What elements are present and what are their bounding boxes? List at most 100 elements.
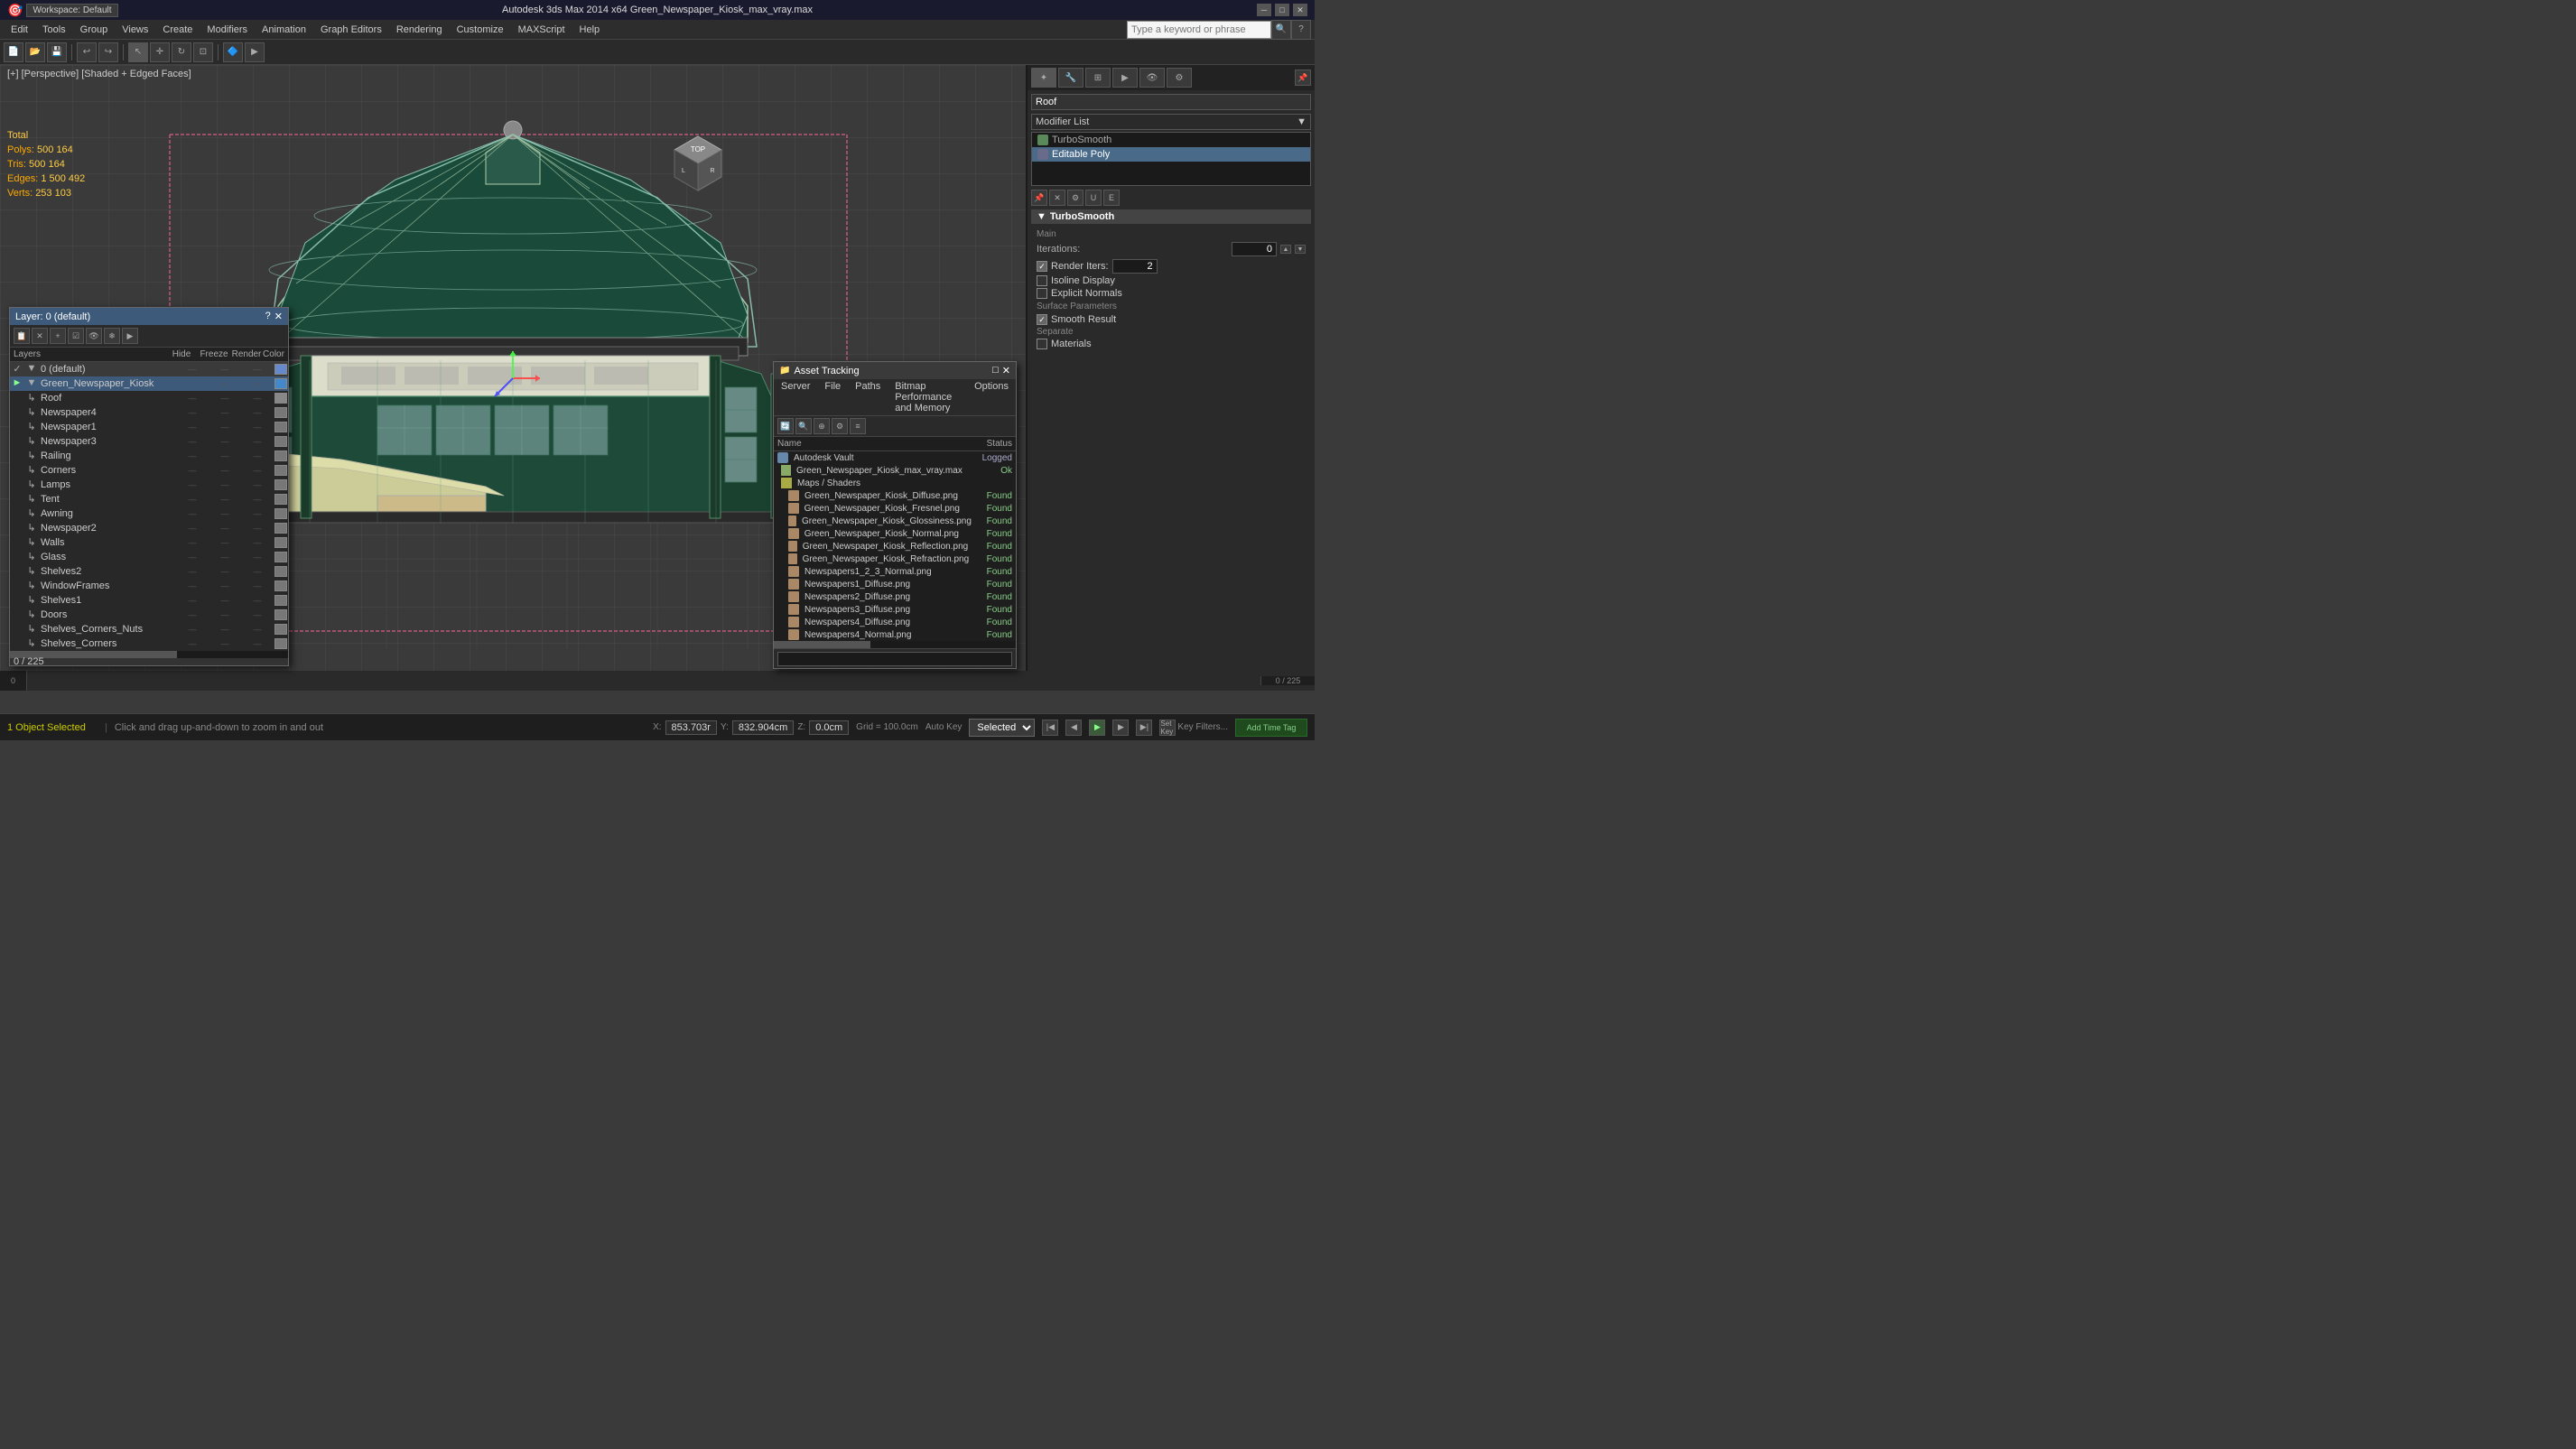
tab-motion[interactable]: ▶ xyxy=(1112,68,1138,88)
asset-item-glossiness[interactable]: Green_Newspaper_Kiosk_Glossiness.png Fou… xyxy=(774,515,1016,527)
layer-expand-icon-kiosk[interactable]: ▼ xyxy=(24,377,39,390)
asset-item-max-file[interactable]: Green_Newspaper_Kiosk_max_vray.max Ok xyxy=(774,464,1016,477)
asset-menu-bitmap[interactable]: Bitmap Performance and Memory xyxy=(891,381,963,413)
menu-group[interactable]: Group xyxy=(73,23,116,37)
layer-select-button[interactable]: ☑ xyxy=(68,328,84,344)
tab-utilities[interactable]: ⚙ xyxy=(1167,68,1192,88)
menu-customize[interactable]: Customize xyxy=(450,23,511,37)
layer-item-tent[interactable]: ↳ Tent — — — xyxy=(10,492,288,506)
layer-dialog-titlebar[interactable]: Layer: 0 (default) ? ✕ xyxy=(10,308,288,325)
menu-animation[interactable]: Animation xyxy=(255,23,313,37)
layer-color-roof[interactable] xyxy=(274,393,287,404)
layer-delete-button[interactable]: ✕ xyxy=(32,328,48,344)
modifier-turbosmooth[interactable]: TurboSmooth xyxy=(1032,133,1310,147)
layer-item-windowframes[interactable]: ↳ WindowFrames — — — xyxy=(10,579,288,593)
configure-modifier-button[interactable]: ⚙ xyxy=(1067,190,1083,206)
menu-rendering[interactable]: Rendering xyxy=(389,23,450,37)
asset-tracking-close-button[interactable]: ✕ xyxy=(1002,365,1010,376)
layer-add-selected-button[interactable]: + xyxy=(50,328,66,344)
tab-modify[interactable]: 🔧 xyxy=(1058,68,1083,88)
asset-item-np4-diffuse[interactable]: Newspapers4_Diffuse.png Found xyxy=(774,616,1016,628)
redo-button[interactable]: ↪ xyxy=(98,42,118,62)
open-button[interactable]: 📂 xyxy=(25,42,45,62)
close-button[interactable]: ✕ xyxy=(1293,4,1307,16)
layer-render-0[interactable]: — xyxy=(241,365,274,374)
play-button[interactable]: ▶ xyxy=(1089,720,1105,736)
next-frame-button[interactable]: ▶| xyxy=(1136,720,1152,736)
show-end-result-button[interactable]: E xyxy=(1103,190,1120,206)
render-button[interactable]: ▶ xyxy=(245,42,265,62)
maximize-button[interactable]: □ xyxy=(1275,4,1289,16)
asset-item-normal[interactable]: Green_Newspaper_Kiosk_Normal.png Found xyxy=(774,527,1016,540)
menu-graph-editors[interactable]: Graph Editors xyxy=(313,23,389,37)
layer-item-corners[interactable]: ↳ Corners — — — xyxy=(10,463,288,478)
modifier-editable-poly[interactable]: Editable Poly xyxy=(1032,147,1310,162)
layer-render-roof[interactable]: — xyxy=(241,394,274,403)
remove-modifier-button[interactable]: ✕ xyxy=(1049,190,1065,206)
layer-item-shelves-corners[interactable]: ↳ Shelves_Corners — — — xyxy=(10,636,288,651)
layer-render-all-button[interactable]: ▶ xyxy=(122,328,138,344)
asset-menu-options[interactable]: Options xyxy=(971,381,1012,413)
menu-maxscript[interactable]: MAXScript xyxy=(511,23,572,37)
layer-hide-0[interactable]: — xyxy=(176,365,209,374)
selection-filter-dropdown[interactable]: Selected xyxy=(969,719,1035,737)
prev-frame-button[interactable]: |◀ xyxy=(1042,720,1058,736)
asset-item-refraction[interactable]: Green_Newspaper_Kiosk_Refraction.png Fou… xyxy=(774,553,1016,565)
asset-merge-button[interactable]: ⊕ xyxy=(814,418,830,434)
layer-h-scrollbar[interactable] xyxy=(10,651,288,658)
layer-item-shelves1[interactable]: ↳ Shelves1 — — — xyxy=(10,593,288,608)
layer-item-shelves-corners-nuts[interactable]: ↳ Shelves_Corners_Nuts — — — xyxy=(10,622,288,636)
asset-menu-paths[interactable]: Paths xyxy=(851,381,884,413)
iterations-up[interactable]: ▲ xyxy=(1280,245,1291,254)
layer-item-shelves2[interactable]: ↳ Shelves2 — — — xyxy=(10,564,288,579)
object-name-field[interactable] xyxy=(1031,94,1311,110)
add-time-tag-button[interactable]: Add Time Tag xyxy=(1235,719,1307,737)
asset-view-button[interactable]: ≡ xyxy=(850,418,866,434)
asset-item-reflection[interactable]: Green_Newspaper_Kiosk_Reflection.png Fou… xyxy=(774,540,1016,553)
asset-tracking-titlebar[interactable]: 📁 Asset Tracking □ ✕ xyxy=(774,362,1016,379)
asset-item-np3-diffuse[interactable]: Newspapers3_Diffuse.png Found xyxy=(774,603,1016,616)
layer-hide-all-button[interactable]: 👁 xyxy=(86,328,102,344)
asset-list[interactable]: Autodesk Vault Logged Green_Newspaper_Ki… xyxy=(774,451,1016,641)
asset-item-np2-diffuse[interactable]: Newspapers2_Diffuse.png Found xyxy=(774,590,1016,603)
help-button[interactable]: ? xyxy=(1291,20,1311,40)
make-unique-button[interactable]: U xyxy=(1085,190,1102,206)
layer-dialog-help-button[interactable]: ? xyxy=(265,311,271,322)
new-scene-button[interactable]: 📄 xyxy=(4,42,23,62)
navigation-cube[interactable]: TOP R L xyxy=(663,132,733,202)
menu-edit[interactable]: Edit xyxy=(4,23,35,37)
iterations-down[interactable]: ▼ xyxy=(1295,245,1306,254)
layer-item-roof[interactable]: ↳ Roof — — — xyxy=(10,391,288,405)
asset-find-button[interactable]: 🔍 xyxy=(795,418,812,434)
render-iters-checkbox[interactable]: ✓ xyxy=(1037,261,1047,272)
iterations-input[interactable] xyxy=(1232,242,1277,256)
layer-color-0[interactable] xyxy=(274,364,287,375)
search-button[interactable]: 🔍 xyxy=(1271,20,1291,40)
asset-refresh-button[interactable]: 🔄 xyxy=(777,418,794,434)
undo-button[interactable]: ↩ xyxy=(77,42,97,62)
layer-item-walls[interactable]: ↳ Walls — — — xyxy=(10,535,288,550)
menu-help[interactable]: Help xyxy=(572,23,608,37)
panel-pin-button[interactable]: 📌 xyxy=(1295,70,1311,86)
layer-color-np1[interactable] xyxy=(274,422,287,432)
asset-item-vault[interactable]: Autodesk Vault Logged xyxy=(774,451,1016,464)
asset-path-input[interactable] xyxy=(777,652,1012,666)
layer-item-glass[interactable]: ↳ Glass — — — xyxy=(10,550,288,564)
asset-item-np123-normal[interactable]: Newspapers1_2_3_Normal.png Found xyxy=(774,565,1016,578)
layer-freeze-all-button[interactable]: ❄ xyxy=(104,328,120,344)
layer-item-railing[interactable]: ↳ Railing — — — xyxy=(10,449,288,463)
layer-render-kiosk[interactable]: — xyxy=(241,379,274,388)
menu-create[interactable]: Create xyxy=(155,23,200,37)
tab-display[interactable]: 👁 xyxy=(1139,68,1165,88)
asset-scrollbar[interactable] xyxy=(774,641,1016,648)
layer-hide-roof[interactable]: — xyxy=(176,394,209,403)
toolbar-workspace-dropdown[interactable]: Workspace: Default xyxy=(26,4,117,17)
layer-dialog-close-button[interactable]: ✕ xyxy=(274,311,283,322)
isoline-checkbox[interactable] xyxy=(1037,275,1047,286)
render-setup-button[interactable]: 🔷 xyxy=(223,42,243,62)
asset-menu-file[interactable]: File xyxy=(821,381,844,413)
layer-item-awning[interactable]: ↳ Awning — — — xyxy=(10,506,288,521)
move-button[interactable]: ✛ xyxy=(150,42,170,62)
select-button[interactable]: ↖ xyxy=(128,42,148,62)
tab-create[interactable]: ✦ xyxy=(1031,68,1056,88)
